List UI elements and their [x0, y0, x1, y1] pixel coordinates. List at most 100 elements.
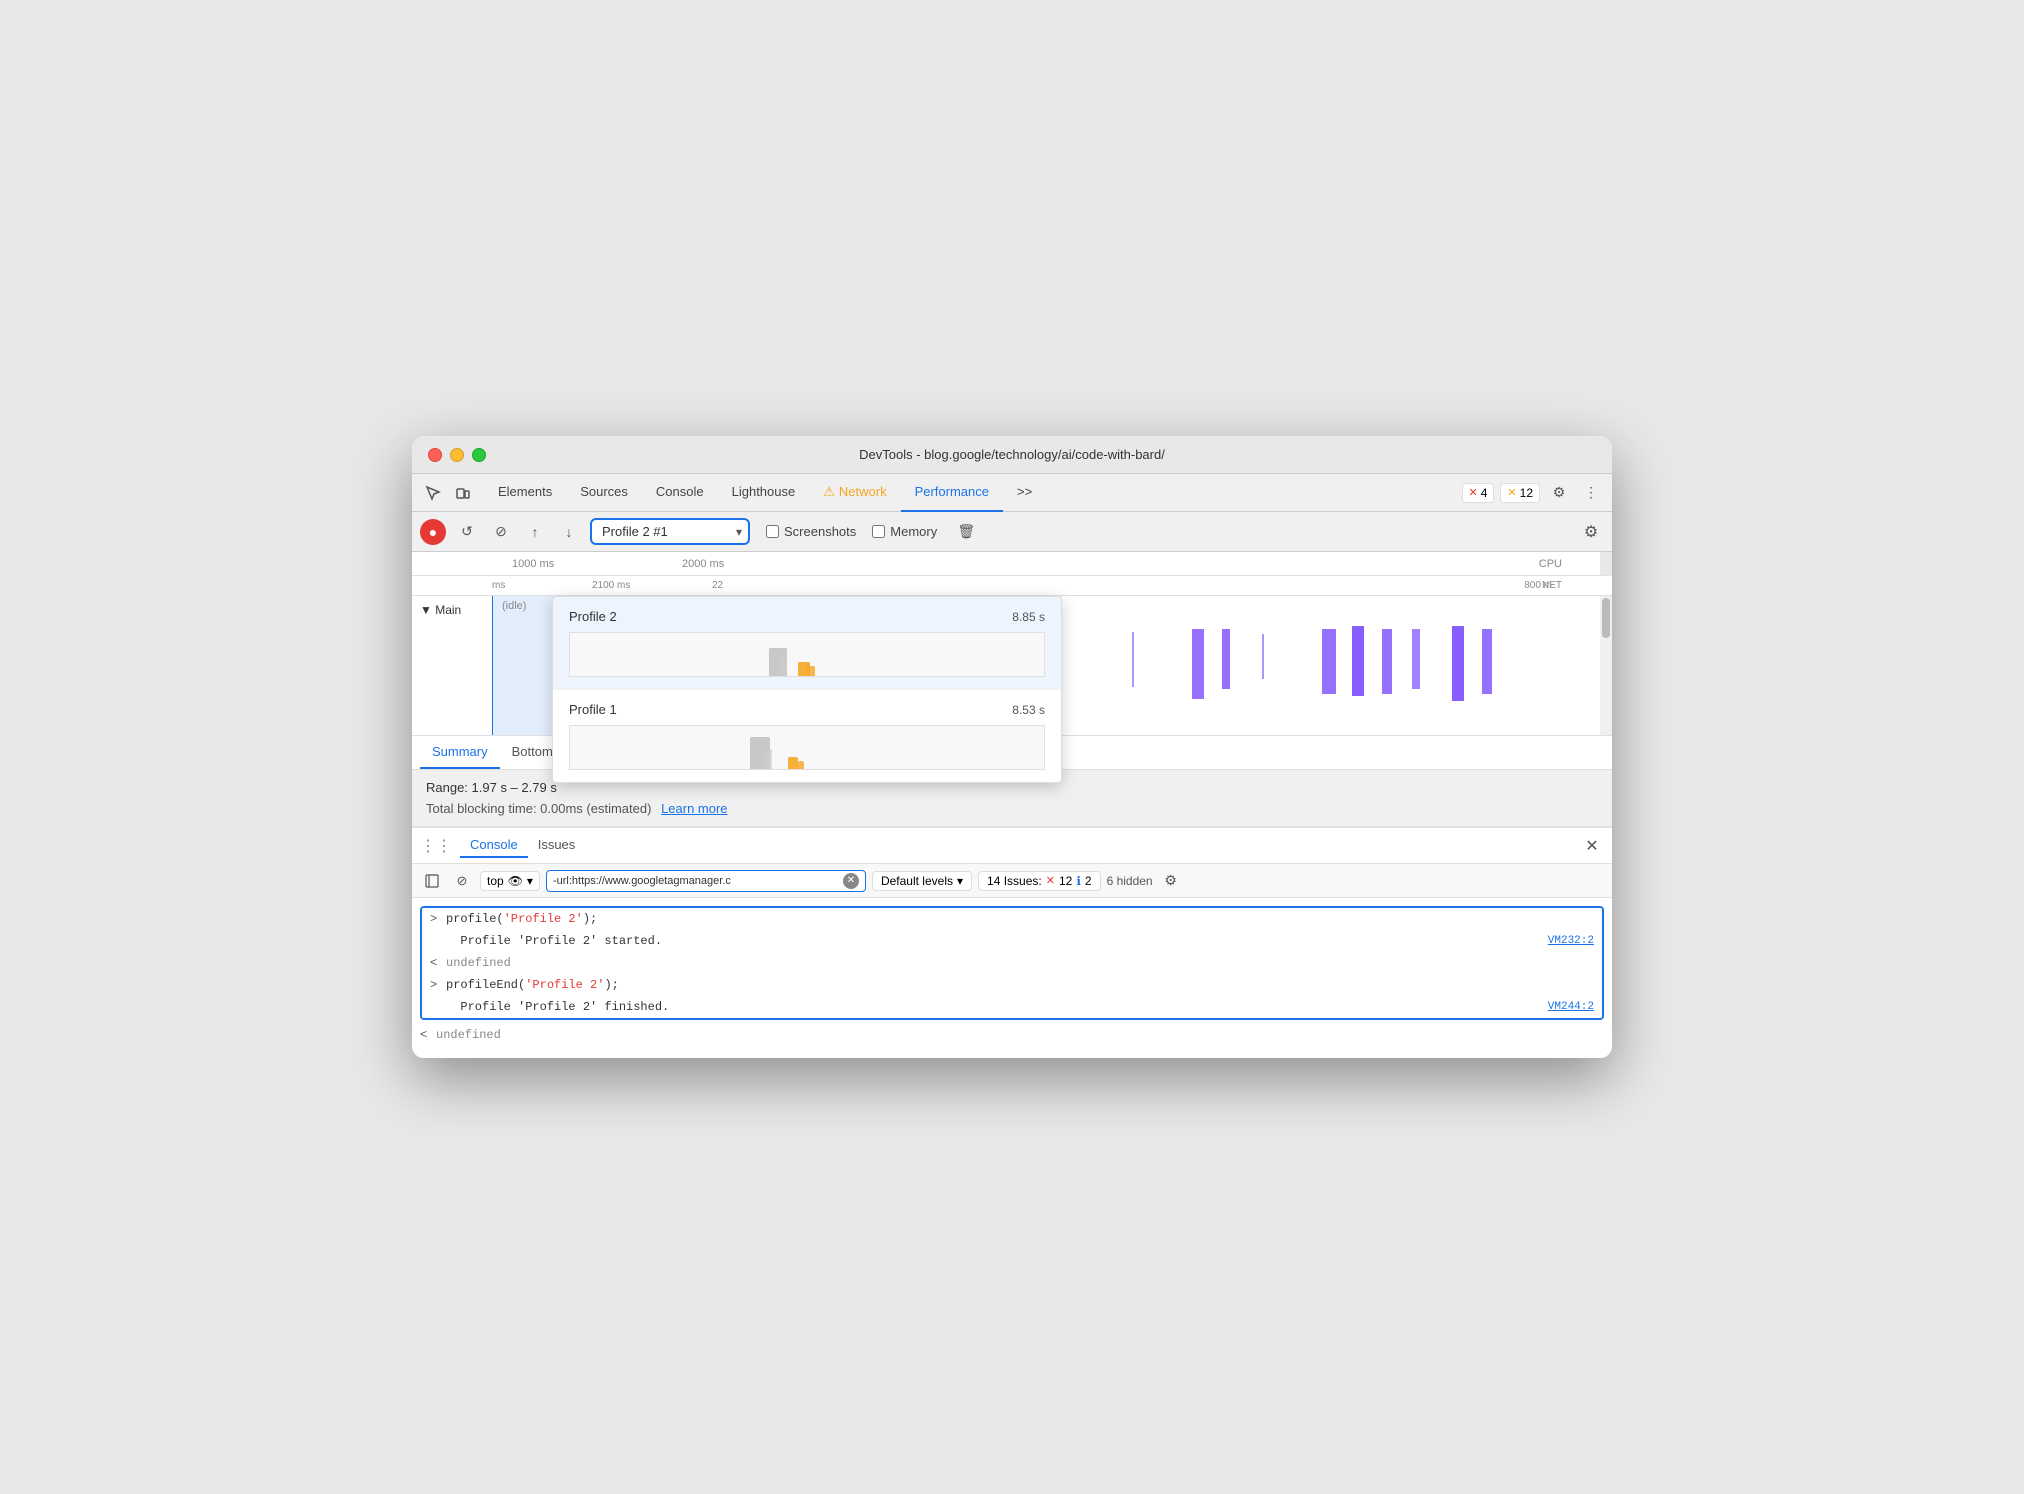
purple-bar-9 — [1132, 632, 1134, 687]
delete-profile-button[interactable]: 🗑 — [953, 519, 979, 545]
purple-bar-18 — [1482, 629, 1492, 694]
filter-clear-button[interactable]: ✕ — [843, 873, 859, 889]
profile-2-minimap — [569, 632, 1045, 677]
issues-info-icon: ℹ — [1076, 874, 1081, 888]
sub-mark-22: 22 — [712, 580, 723, 591]
maximize-button[interactable] — [472, 448, 486, 462]
context-select[interactable]: top 👁 ▾ — [480, 871, 540, 891]
issues-badge: 14 Issues: ✕ 12 ℹ 2 — [978, 871, 1101, 891]
sub-ruler: ms 2100 ms 22 NET 800 m — [412, 576, 1612, 596]
profile-dropdown[interactable]: Profile 2 8.85 s Profile 1 — [552, 596, 1062, 783]
reload-record-button[interactable]: ↺ — [454, 519, 480, 545]
network-warning-icon: ⚠ — [823, 484, 835, 500]
minimap-1-spike-gray-2 — [764, 749, 772, 769]
profile-select-wrapper: Profile 2 #1 Profile 2 Profile 1 ▾ — [590, 518, 750, 545]
minimize-button[interactable] — [450, 448, 464, 462]
console-section: ⋮⋮ Console Issues ✕ ⊘ top 👁 ▾ — [412, 827, 1612, 1058]
profile-select[interactable]: Profile 2 #1 Profile 2 Profile 1 — [590, 518, 750, 545]
traffic-lights — [428, 448, 486, 462]
ruler-mark-2000: 2000 ms — [682, 558, 724, 570]
titlebar: DevTools - blog.google/technology/ai/cod… — [412, 436, 1612, 474]
purple-bar-10 — [1192, 629, 1204, 699]
devtools-body: Elements Sources Console Lighthouse ⚠ Ne… — [412, 474, 1612, 1058]
purple-bar-11 — [1222, 629, 1230, 689]
tab-more[interactable]: >> — [1003, 474, 1046, 512]
console-line-undefined-1: undefined — [422, 952, 1602, 974]
console-group: profile('Profile 2'); Profile 'Profile 2… — [420, 906, 1604, 1020]
levels-select[interactable]: Default levels ▾ — [872, 871, 972, 891]
download-button[interactable]: ↓ — [556, 519, 582, 545]
console-line-profile-started: Profile 'Profile 2' started. VM232:2 — [422, 930, 1602, 952]
learn-more-link[interactable]: Learn more — [661, 801, 727, 816]
close-button[interactable] — [428, 448, 442, 462]
scrollbar-track — [1600, 552, 1612, 575]
device-toolbar-icon[interactable] — [450, 480, 476, 506]
upload-button[interactable]: ↑ — [522, 519, 548, 545]
scrollbar-thumb[interactable] — [1602, 598, 1610, 638]
minimap-spike-yellow-2 — [807, 666, 815, 676]
screenshots-checkbox[interactable] — [766, 525, 779, 538]
profile-2-time: 8.85 s — [1012, 610, 1045, 624]
purple-bar-12 — [1262, 634, 1264, 679]
capture-settings-button[interactable]: ⚙ — [1578, 519, 1604, 545]
purple-bar-17 — [1452, 626, 1464, 701]
tab-elements[interactable]: Elements — [484, 474, 566, 512]
error-icon: ✕ — [1469, 486, 1478, 499]
scrollbar[interactable] — [1600, 596, 1612, 735]
clear-button[interactable]: ⊘ — [488, 519, 514, 545]
console-drag-handle[interactable]: ⋮⋮ — [420, 836, 452, 856]
cpu-label: CPU — [1539, 558, 1562, 570]
idle-1: (idle) — [502, 600, 526, 612]
more-options-icon[interactable]: ⋮ — [1578, 480, 1604, 506]
tab-performance[interactable]: Performance — [901, 474, 1003, 512]
purple-bar-14 — [1352, 626, 1364, 696]
memory-checkbox-label[interactable]: Memory — [872, 524, 937, 539]
tab-sources[interactable]: Sources — [566, 474, 642, 512]
tab-network[interactable]: ⚠ Network — [809, 474, 900, 512]
tab-summary[interactable]: Summary — [420, 736, 500, 769]
purple-bar-16 — [1412, 629, 1420, 689]
timeline-ruler: 1000 ms 2000 ms CPU — [412, 552, 1612, 576]
nav-icons — [420, 480, 476, 506]
console-output: profile('Profile 2'); Profile 'Profile 2… — [412, 898, 1612, 1058]
close-console-button[interactable]: ✕ — [1580, 834, 1604, 858]
profile-1-minimap — [569, 725, 1045, 770]
tab-lighthouse[interactable]: Lighthouse — [718, 474, 810, 512]
console-line-profile-start-cmd: profile('Profile 2'); — [422, 908, 1602, 930]
profile-2-name: Profile 2 — [569, 609, 617, 624]
profile-1-name: Profile 1 — [569, 702, 617, 717]
blocking-text: Total blocking time: 0.00ms (estimated) … — [426, 801, 1598, 816]
perf-toolbar: ● ↺ ⊘ ↑ ↓ Profile 2 #1 Profile 2 Profile… — [412, 512, 1612, 552]
context-dropdown-icon: ▾ — [527, 874, 533, 888]
warning-count-badge[interactable]: ✕ 12 — [1500, 483, 1540, 503]
inspect-icon[interactable] — [420, 480, 446, 506]
settings-icon[interactable]: ⚙ — [1546, 480, 1572, 506]
error-count-badge[interactable]: ✕ 4 — [1462, 483, 1495, 503]
profile-arg-1: 'Profile 2' — [504, 912, 583, 926]
levels-dropdown-icon: ▾ — [957, 874, 963, 888]
sidebar-toggle-button[interactable] — [420, 869, 444, 893]
issues-error-icon: ✕ — [1046, 874, 1055, 887]
console-line-profile-finished: Profile 'Profile 2' finished. VM244:2 — [422, 996, 1602, 1018]
clear-console-button[interactable]: ⊘ — [450, 869, 474, 893]
console-line-profile-end-cmd: profileEnd('Profile 2'); — [422, 974, 1602, 996]
main-timeline-area: ▼ Main (idle) (idle) (...) — [412, 596, 1612, 736]
purple-bar-15 — [1382, 629, 1392, 694]
right-labels: CPU — [1539, 558, 1562, 570]
vm244-link[interactable]: VM244:2 — [1548, 998, 1594, 1016]
console-tab-console[interactable]: Console — [460, 833, 528, 858]
console-tab-issues[interactable]: Issues — [528, 833, 586, 858]
profile-arg-2: 'Profile 2' — [525, 978, 604, 992]
console-settings-icon[interactable]: ⚙ — [1159, 869, 1183, 893]
devtools-window: DevTools - blog.google/technology/ai/cod… — [412, 436, 1612, 1058]
vm232-link[interactable]: VM232:2 — [1548, 932, 1594, 950]
window-title: DevTools - blog.google/technology/ai/cod… — [859, 447, 1165, 462]
profile-item-2[interactable]: Profile 2 8.85 s — [553, 597, 1061, 690]
console-filter[interactable]: -url:https://www.googletagmanager.c ✕ — [546, 870, 866, 892]
screenshots-checkbox-label[interactable]: Screenshots — [766, 524, 856, 539]
record-button[interactable]: ● — [420, 519, 446, 545]
tab-console[interactable]: Console — [642, 474, 718, 512]
net-800-label: 800 m — [1524, 580, 1552, 591]
memory-checkbox[interactable] — [872, 525, 885, 538]
profile-item-1[interactable]: Profile 1 8.53 s — [553, 690, 1061, 782]
